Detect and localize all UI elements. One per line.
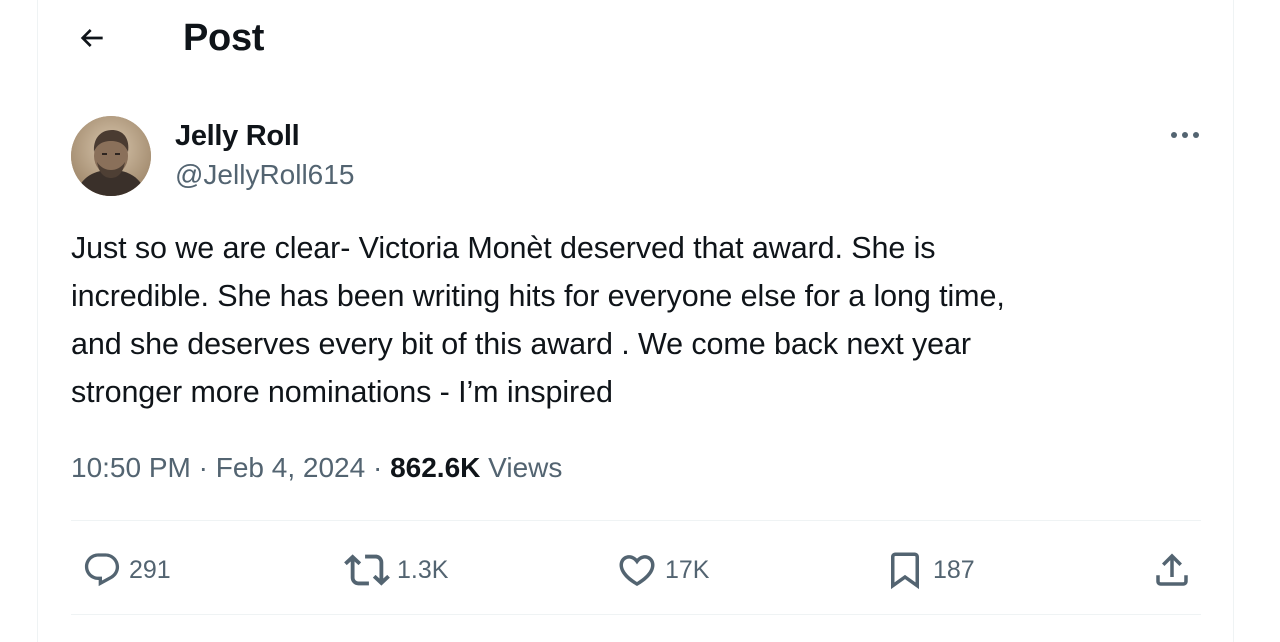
meta-separator: · [372,452,383,483]
post-header: Post [38,0,1233,80]
back-button[interactable] [72,18,112,58]
repost-button[interactable]: 1.3K [344,546,448,594]
share-icon [1156,553,1188,586]
tweet-date[interactable]: Feb 4, 2024 [216,452,365,483]
like-button[interactable]: 17K [616,546,709,594]
tweet-text: Just so we are clear- Victoria Monèt des… [71,231,1005,409]
reply-button[interactable]: 291 [82,546,171,594]
page-title: Post [183,17,265,59]
reply-icon [84,553,120,587]
repost-icon [344,554,390,586]
views-count: 862.6K [390,452,481,483]
like-count: 17K [665,555,710,584]
bookmark-count: 187 [933,555,975,584]
divider [71,520,1201,521]
meta-separator: · [198,452,208,483]
bookmark-button[interactable]: 187 [884,546,975,594]
more-options-button[interactable] [1163,119,1207,151]
tweet-time[interactable]: 10:50 PM [71,452,191,483]
divider [71,614,1201,615]
profile-avatar-icon [71,116,151,196]
share-button[interactable] [1151,546,1193,594]
repost-count: 1.3K [397,555,449,584]
bookmark-icon [891,552,919,590]
more-horizontal-icon [1171,132,1199,138]
views-label: Views [488,452,563,483]
action-bar: 291 1.3K 17K 187 [38,540,1233,600]
post-column: Post Jelly Roll @JellyRoll615 Just so we… [37,0,1234,642]
author-handle[interactable]: @JellyRoll615 [175,158,354,192]
reply-count: 291 [129,555,171,584]
tweet-metadata: 10:50 PM · Feb 4, 2024 · 862.6K Views [71,448,562,488]
avatar[interactable] [71,116,151,196]
author-display-name[interactable]: Jelly Roll [175,119,300,153]
heart-icon [619,555,655,587]
arrow-left-icon [80,29,103,47]
